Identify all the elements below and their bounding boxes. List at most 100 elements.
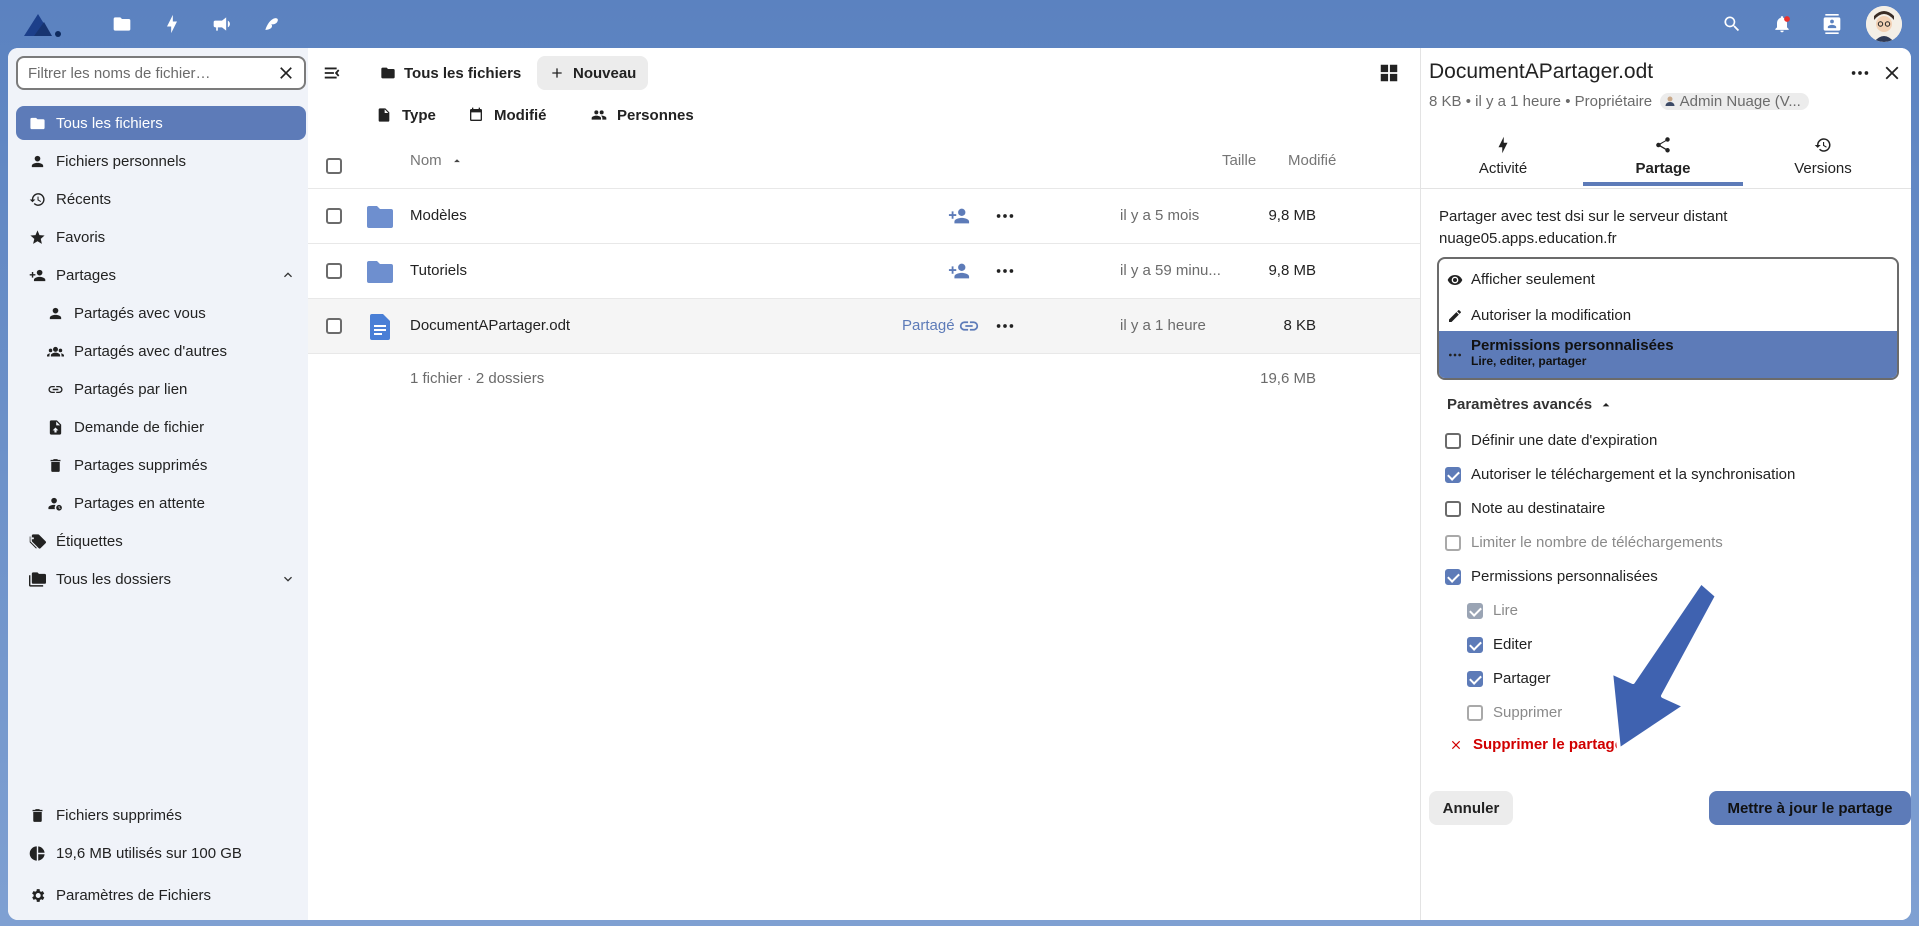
nav-item-favorites[interactable]: Favoris [16, 220, 306, 254]
checkbox-note[interactable]: Note au destinataire [1445, 500, 1605, 517]
advanced-settings-toggle[interactable]: Paramètres avancés [1447, 396, 1614, 413]
nav-item-recent[interactable]: Récents [16, 182, 306, 216]
nav-item-label: Partages supprimés [74, 456, 208, 474]
files-settings-button[interactable]: Paramètres de Fichiers [16, 878, 306, 912]
filter-people[interactable]: Personnes [591, 98, 694, 132]
share-account-icon[interactable] [948, 260, 970, 282]
annotation-arrow [1609, 580, 1719, 752]
nav-item-all-files[interactable]: Tous les fichiers [16, 106, 306, 140]
checkbox-expiration[interactable]: Définir une date d'expiration [1445, 432, 1657, 449]
table-row[interactable]: Modèles 9,8 MB il y a 5 mois [308, 189, 1420, 244]
checkbox[interactable] [1467, 602, 1483, 619]
checkbox-limit-downloads[interactable]: Limiter le nombre de téléchargements [1445, 534, 1723, 551]
column-header-size[interactable]: Taille [1222, 152, 1256, 169]
summary-count: 1 fichier · 2 dossiers [410, 370, 545, 387]
chevron-up-icon[interactable] [280, 267, 296, 283]
checkbox[interactable] [1445, 500, 1461, 517]
nav-item-all-folders[interactable]: Tous les dossiers [16, 562, 306, 596]
close-icon[interactable] [276, 63, 296, 83]
row-checkbox[interactable] [326, 208, 342, 224]
nav-item-tags[interactable]: Étiquettes [16, 524, 306, 558]
file-list-area: Tous les fichiers Nouveau Type Modifié P… [308, 48, 1420, 920]
checkbox[interactable] [1445, 568, 1461, 585]
tab-activity[interactable]: Activité [1423, 130, 1583, 186]
breadcrumb-all-files[interactable]: Tous les fichiers [368, 56, 533, 90]
checkbox[interactable] [1445, 432, 1461, 449]
nav-item-pending-shares[interactable]: Partages en attente [34, 486, 306, 520]
notes-icon[interactable] [256, 8, 288, 40]
checkbox[interactable] [1467, 636, 1483, 653]
tab-versions[interactable]: Versions [1743, 130, 1903, 186]
more-icon[interactable] [994, 315, 1016, 337]
cancel-button[interactable]: Annuler [1429, 791, 1513, 825]
file-name[interactable]: Modèles [410, 207, 467, 224]
menu-toggle-icon[interactable] [322, 62, 344, 84]
chevron-down-icon[interactable] [280, 571, 296, 587]
nav-item-shared-by-link[interactable]: Partagés par lien [34, 372, 306, 406]
account-group-icon [591, 110, 607, 120]
files-icon[interactable] [106, 8, 138, 40]
owner-chip[interactable]: Admin Nuage (V... [1660, 93, 1809, 110]
column-header-name[interactable]: Nom [410, 152, 464, 169]
nav-item-deleted-shares[interactable]: Partages supprimés [34, 448, 306, 482]
announcements-icon[interactable] [206, 8, 238, 40]
nav-item-shared-with-others[interactable]: Partagés avec d'autres [34, 334, 306, 368]
nav-item-deleted-files[interactable]: Fichiers supprimés [16, 798, 306, 832]
share-account-icon[interactable] [948, 205, 970, 227]
top-header [0, 0, 1919, 48]
column-header-modified[interactable]: Modifié [1288, 152, 1336, 169]
nav-item-personal-files[interactable]: Fichiers personnels [16, 144, 306, 178]
checkbox[interactable] [1467, 670, 1483, 687]
checkbox-edit[interactable]: Editer [1467, 636, 1532, 653]
shared-label[interactable]: Partagé [902, 317, 955, 334]
nav-item-shares[interactable]: Partages [16, 258, 306, 292]
nextcloud-logo[interactable] [22, 10, 72, 40]
filter-modified[interactable]: Modifié [468, 98, 547, 132]
calendar-icon [470, 107, 482, 121]
row-checkbox[interactable] [326, 263, 342, 279]
notifications-icon[interactable] [1766, 8, 1798, 40]
sidebar-title: DocumentAPartager.odt [1429, 60, 1654, 83]
filter-type[interactable]: Type [376, 98, 436, 132]
select-all-checkbox[interactable] [326, 158, 342, 174]
grid-view-icon[interactable] [1378, 62, 1400, 84]
checkbox-read[interactable]: Lire [1467, 602, 1518, 619]
more-icon[interactable] [1849, 62, 1871, 84]
nav-item-label: Partagés avec d'autres [74, 342, 227, 360]
nav-item-file-request[interactable]: Demande de fichier [34, 410, 306, 444]
row-checkbox[interactable] [326, 318, 342, 334]
checkbox[interactable] [1445, 466, 1461, 483]
more-icon[interactable] [994, 205, 1016, 227]
file-name[interactable]: Tutoriels [410, 262, 467, 279]
tag-icon [28, 532, 46, 550]
close-icon[interactable] [1881, 62, 1903, 84]
permission-custom[interactable]: Permissions personnalisées Lire, editer,… [1439, 331, 1897, 378]
search-icon[interactable] [1716, 8, 1748, 40]
table-row[interactable]: Tutoriels 9,8 MB il y a 59 minu... [308, 244, 1420, 299]
checkbox[interactable] [1445, 534, 1461, 551]
permission-allow-edit[interactable]: Autoriser la modification [1439, 301, 1897, 329]
file-upload-icon [46, 418, 64, 436]
nav-item-shared-with-you[interactable]: Partagés avec vous [34, 296, 306, 330]
new-button[interactable]: Nouveau [537, 56, 649, 90]
tab-sharing[interactable]: Partage [1583, 130, 1743, 186]
update-share-button[interactable]: Mettre à jour le partage [1709, 791, 1911, 825]
nav-item-label: Fichiers supprimés [56, 806, 182, 824]
file-name[interactable]: DocumentAPartager.odt [410, 317, 570, 334]
table-row[interactable]: DocumentAPartager.odt Partagé 8 KB il y … [308, 299, 1420, 354]
more-icon[interactable] [994, 260, 1016, 282]
permissions-select[interactable]: Afficher seulement Autoriser la modifica… [1437, 257, 1899, 380]
filter-field[interactable] [16, 56, 306, 90]
filter-input[interactable] [28, 64, 268, 82]
checkbox[interactable] [1467, 704, 1483, 721]
link-icon[interactable] [958, 315, 980, 337]
tabs-divider [1421, 188, 1911, 189]
contacts-icon[interactable] [1816, 8, 1848, 40]
checkbox-share[interactable]: Partager [1467, 670, 1551, 687]
permission-view-only[interactable]: Afficher seulement [1439, 265, 1897, 293]
checkbox-delete[interactable]: Supprimer [1467, 704, 1562, 721]
chart-pie-icon [28, 844, 46, 862]
avatar[interactable] [1866, 6, 1902, 42]
checkbox-download-sync[interactable]: Autoriser le téléchargement et la synchr… [1445, 466, 1795, 483]
activity-icon[interactable] [156, 8, 188, 40]
